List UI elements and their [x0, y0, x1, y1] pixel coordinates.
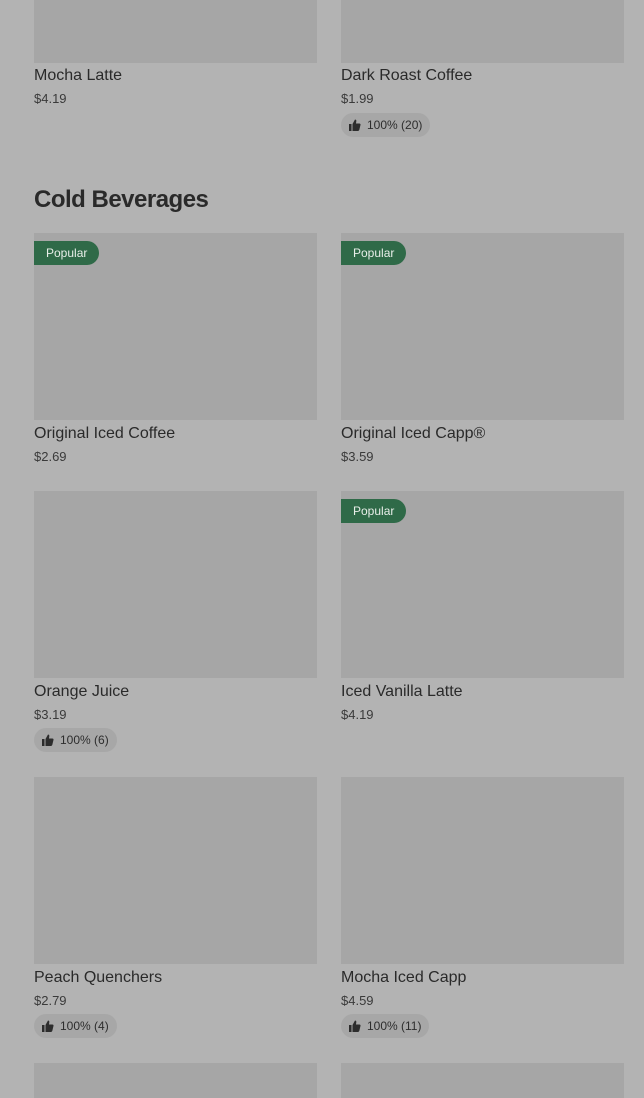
item-price: $2.69	[34, 449, 67, 464]
item-price: $4.59	[341, 993, 374, 1008]
item-price: $4.19	[341, 707, 374, 722]
item-image	[341, 1063, 624, 1098]
rating-text: 100% (4)	[60, 1019, 109, 1033]
rating-text: 100% (20)	[367, 118, 423, 132]
item-name: Mocha Iced Capp	[341, 969, 467, 986]
rating-badge: 100% (4)	[34, 1014, 117, 1038]
item-name: Dark Roast Coffee	[341, 67, 473, 84]
popular-badge: Popular	[341, 499, 407, 523]
rating-text: 100% (6)	[60, 733, 109, 747]
item-name: Orange Juice	[34, 683, 130, 700]
item-name: Peach Quenchers	[34, 969, 163, 986]
item-price: $3.59	[341, 449, 374, 464]
rating-badge: 100% (6)	[34, 728, 117, 752]
popular-badge: Popular	[341, 241, 407, 265]
thumbs-up-icon	[42, 734, 54, 746]
thumbs-up-icon	[349, 119, 361, 131]
item-image	[341, 0, 624, 63]
popular-badge: Popular	[34, 241, 100, 265]
item-name: Original Iced Coffee	[34, 425, 176, 442]
rating-badge: 100% (20)	[341, 113, 431, 137]
item-image	[341, 777, 624, 964]
item-price: $3.19	[34, 707, 67, 722]
item-image	[34, 1063, 317, 1098]
item-price: $1.99	[341, 91, 374, 106]
item-image	[34, 777, 317, 964]
item-name: Iced Vanilla Latte	[341, 683, 463, 700]
thumbs-up-icon	[349, 1020, 361, 1032]
item-price: $4.19	[34, 91, 67, 106]
rating-badge: 100% (11)	[341, 1014, 430, 1038]
thumbs-up-icon	[42, 1020, 54, 1032]
item-name: Original Iced Capp®	[341, 425, 486, 442]
item-name: Mocha Latte	[34, 67, 123, 84]
item-image	[34, 491, 317, 678]
section-title: Cold Beverages	[34, 186, 209, 213]
item-price: $2.79	[34, 993, 67, 1008]
menu-page: Mocha Latte $4.19 Dark Roast Coffee $1.9…	[0, 0, 644, 1098]
rating-text: 100% (11)	[367, 1019, 422, 1033]
item-image	[34, 0, 317, 63]
